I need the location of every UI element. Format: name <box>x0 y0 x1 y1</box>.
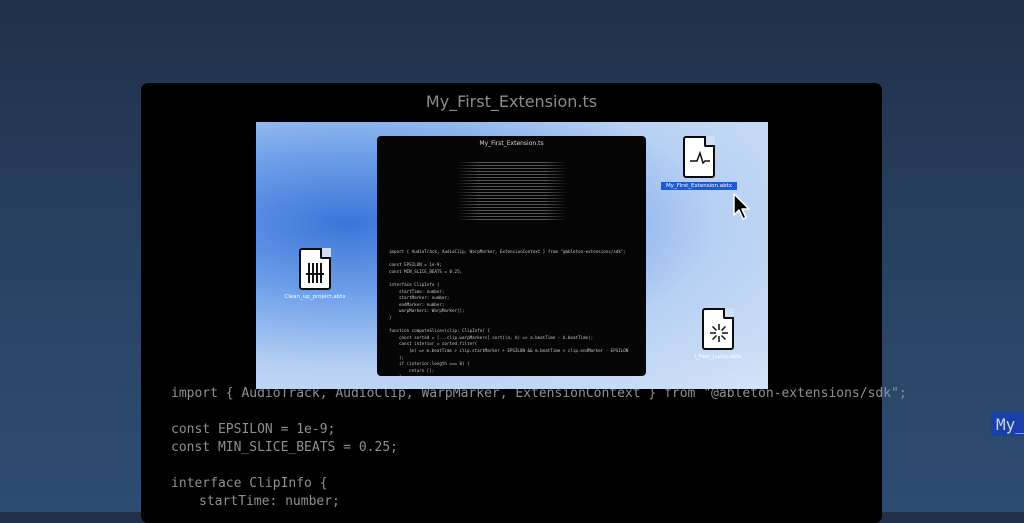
code-line: warpMarkers: WarpMarker[]; <box>399 308 465 314</box>
code-line: const EPSILON = 1e-9; <box>389 262 442 268</box>
code-line: interface ClipInfo { <box>389 281 440 287</box>
code-line: interface ClipInfo { <box>171 476 328 491</box>
code-line: } <box>389 374 628 376</box>
code-line: } <box>389 314 392 320</box>
inner-code-view: import { AudioTrack, AudioClip, WarpMark… <box>389 249 628 376</box>
desktop-file-my-first-extension[interactable]: My_First_Extension.abtx <box>661 136 737 190</box>
code-line: return []; <box>409 367 435 373</box>
file-label: My_First_Extension.abtx <box>661 182 737 190</box>
code-line: startMarker: number; <box>399 295 450 301</box>
code-line: const MIN_SLICE_BEATS = 0.25; <box>389 268 463 274</box>
inner-window-title: My_First_Extension.ts <box>479 140 544 147</box>
code-line: (m) => m.beatTime > clip.startMarker + E… <box>409 347 629 353</box>
waveform-icon <box>683 136 715 178</box>
window-title: My_First_Extension.ts <box>425 92 598 111</box>
code-line: ); <box>399 354 405 360</box>
code-line: const EPSILON = 1e-9; <box>171 422 336 437</box>
code-view: import { AudioTrack, AudioClip, WarpMark… <box>171 385 907 511</box>
code-line: function computeSlices(clip: ClipInfo) { <box>389 328 490 334</box>
code-line: startTime: number; <box>399 288 445 294</box>
code-line: startTime: number; <box>199 494 340 509</box>
barcode-icon <box>299 248 331 290</box>
code-line: endMarker: number; <box>399 301 445 307</box>
mouse-pointer-icon <box>733 193 750 220</box>
code-line: const MIN_SLICE_BEATS = 0.25; <box>171 440 398 455</box>
code-line: const sorted = [...clip.warpMarkers].sor… <box>399 334 594 340</box>
desktop-file-clean-up-project[interactable]: Clean_up_project.abtx <box>280 248 350 300</box>
file-label: I_Feel_Lucky.abtx <box>694 354 742 360</box>
desktop-file-i-feel-lucky[interactable]: I_Feel_Lucky.abtx <box>688 308 748 360</box>
ascii-art-logo <box>457 162 567 220</box>
embedded-desktop-screenshot: My_First_Extension.ts import { AudioTrac… <box>256 122 768 389</box>
sparkle-icon <box>702 308 734 350</box>
file-label: Clean_up_project.abtx <box>284 294 346 300</box>
code-line: if (interior.length === 0) { <box>399 361 470 367</box>
code-line: const interior = sorted.filter( <box>399 341 478 347</box>
inner-code-window: My_First_Extension.ts import { AudioTrac… <box>377 136 646 376</box>
code-line: import { AudioTrack, AudioClip, WarpMark… <box>389 249 626 254</box>
right-edge-tab[interactable]: My_ <box>991 412 1024 436</box>
